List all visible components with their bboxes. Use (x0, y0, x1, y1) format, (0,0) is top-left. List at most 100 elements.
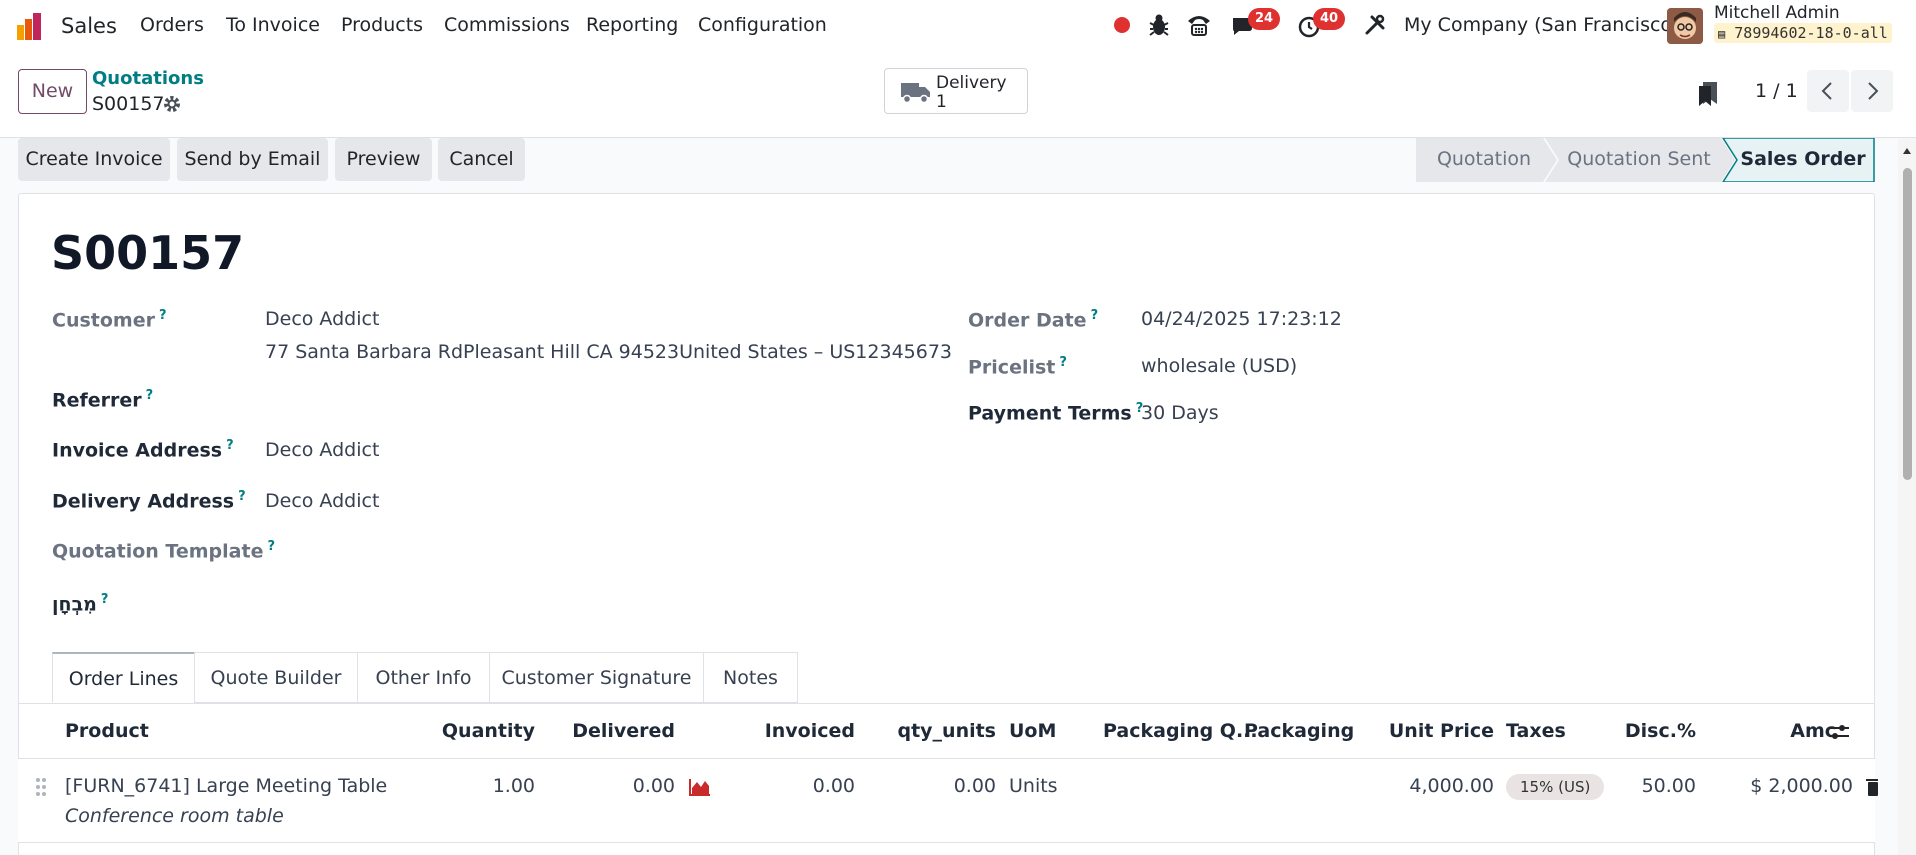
custom-field-label: מִבְחָן? (52, 592, 108, 615)
help-icon[interactable]: ? (159, 308, 167, 323)
app-name[interactable]: Sales (61, 14, 117, 38)
column-quantity[interactable]: Quantity (420, 720, 535, 742)
stage-quotation[interactable]: Quotation (1416, 138, 1552, 181)
quotation-template-label-text: Quotation Template (52, 540, 264, 563)
gear-icon[interactable] (163, 95, 181, 118)
column-taxes[interactable]: Taxes (1506, 720, 1566, 742)
help-icon[interactable]: ? (1059, 355, 1067, 370)
column-qty-units[interactable]: qty_units (880, 720, 996, 742)
cancel-button[interactable]: Cancel (438, 138, 525, 181)
activities-count-badge: 40 (1313, 8, 1345, 30)
column-packaging[interactable]: Packaging (1244, 720, 1354, 742)
database-tag: ▤ 78994602-18-0-all (1714, 23, 1892, 43)
order-date-field[interactable]: 04/24/2025 17:23:12 (1141, 308, 1342, 330)
referrer-label-text: Referrer (52, 389, 142, 412)
tab-other-info[interactable]: Other Info (357, 652, 490, 703)
preview-button[interactable]: Preview (335, 138, 432, 181)
customer-label-text: Customer (52, 309, 155, 332)
tab-notes[interactable]: Notes (703, 652, 798, 703)
delivery-count: 1 (936, 92, 947, 112)
table-row[interactable] (18, 759, 1875, 843)
database-icon: ▤ (1718, 27, 1726, 41)
line-delivered: 0.00 (632, 775, 675, 797)
drag-handle-icon[interactable] (34, 777, 48, 802)
column-product[interactable]: Product (65, 720, 149, 742)
pager-next-button[interactable] (1851, 70, 1893, 112)
tab-order-lines[interactable]: Order Lines (52, 652, 195, 703)
scroll-up-arrow-icon[interactable] (1902, 141, 1912, 161)
help-icon[interactable]: ? (226, 438, 234, 453)
help-icon[interactable]: ? (146, 388, 154, 403)
column-unit-price[interactable]: Unit Price (1380, 720, 1494, 742)
create-invoice-button[interactable]: Create Invoice (18, 138, 170, 181)
pricelist-label: Pricelist? (968, 355, 1067, 378)
stage-quotation-sent[interactable]: Quotation Sent (1554, 138, 1724, 181)
user-name[interactable]: Mitchell Admin (1714, 3, 1840, 23)
column-invoiced[interactable]: Invoiced (740, 720, 855, 742)
custom-field-label-text: מִבְחָן (52, 593, 97, 616)
company-switcher[interactable]: My Company (San Francisco) (1404, 14, 1679, 36)
phone-icon[interactable] (1186, 13, 1212, 42)
column-delivered[interactable]: Delivered (560, 720, 675, 742)
record-title: S00157 (51, 226, 245, 280)
chevron-left-icon (1807, 82, 1849, 117)
pager-previous-button[interactable] (1807, 70, 1849, 112)
debug-bug-icon[interactable] (1148, 13, 1170, 42)
trash-icon[interactable] (1866, 777, 1878, 802)
help-icon[interactable]: ? (1091, 308, 1099, 323)
line-quantity[interactable]: 1.00 (420, 775, 535, 797)
pricelist-field[interactable]: wholesale (USD) (1141, 355, 1297, 377)
breadcrumb-record-name: S00157 (92, 93, 165, 115)
delivery-label: Delivery (936, 73, 1007, 93)
menu-reporting[interactable]: Reporting (586, 14, 678, 36)
column-discount[interactable]: Disc.% (1580, 720, 1696, 742)
scrollbar-thumb[interactable] (1903, 168, 1912, 480)
truck-icon (901, 80, 931, 109)
record-indicator-icon[interactable] (1114, 17, 1130, 33)
line-discount[interactable]: 50.00 (1580, 775, 1696, 797)
invoice-address-label: Invoice Address? (52, 438, 234, 461)
bookmark-icon[interactable] (1697, 80, 1719, 111)
new-button[interactable]: New (18, 69, 87, 114)
pager-value[interactable]: 1 / 1 (1755, 80, 1798, 102)
top-navbar: Sales Orders To Invoice Products Commiss… (0, 0, 1916, 52)
help-icon[interactable]: ? (101, 592, 109, 607)
line-unit-price[interactable]: 4,000.00 (1380, 775, 1494, 797)
customer-field[interactable]: Deco Addict (265, 308, 379, 330)
menu-configuration[interactable]: Configuration (698, 14, 827, 36)
customer-address: 77 Santa Barbara RdPleasant Hill CA 9452… (265, 341, 953, 363)
optional-columns-icon[interactable] (1828, 722, 1850, 747)
line-product[interactable]: [FURN_6741] Large Meeting Table (65, 775, 387, 797)
tab-customer-signature[interactable]: Customer Signature (489, 652, 704, 703)
menu-orders[interactable]: Orders (140, 14, 204, 36)
order-date-label: Order Date? (968, 308, 1098, 331)
column-amount[interactable]: Amc (1740, 720, 1836, 742)
settings-tools-icon[interactable] (1364, 14, 1386, 41)
sales-app-icon[interactable] (16, 11, 46, 41)
messages-count-badge: 24 (1248, 8, 1280, 30)
help-icon[interactable]: ? (238, 489, 246, 504)
menu-products[interactable]: Products (341, 14, 423, 36)
user-avatar[interactable] (1667, 8, 1703, 44)
payment-terms-field[interactable]: 30 Days (1141, 402, 1219, 424)
quotation-template-label: Quotation Template? (52, 539, 275, 562)
menu-to-invoice[interactable]: To Invoice (226, 14, 320, 36)
tab-quote-builder[interactable]: Quote Builder (194, 652, 358, 703)
help-icon[interactable]: ? (267, 539, 275, 554)
line-description[interactable]: Conference room table (65, 805, 284, 827)
line-uom[interactable]: Units (1009, 775, 1058, 797)
column-packaging-qty[interactable]: Packaging Q... (1103, 720, 1258, 742)
breadcrumb-quotations[interactable]: Quotations (92, 68, 204, 89)
line-qty-units: 0.00 (953, 775, 996, 797)
customer-label: Customer? (52, 308, 167, 331)
invoice-address-field[interactable]: Deco Addict (265, 439, 379, 461)
column-uom[interactable]: UoM (1009, 720, 1056, 742)
payment-terms-label: Payment Terms? (968, 401, 1143, 424)
send-by-email-button[interactable]: Send by Email (177, 138, 328, 181)
delivery-address-field[interactable]: Deco Addict (265, 490, 379, 512)
form-sheet (18, 193, 1875, 855)
menu-commissions[interactable]: Commissions (444, 14, 570, 36)
stage-sales-order[interactable]: Sales Order (1730, 138, 1876, 181)
delivery-smart-button[interactable]: Delivery 1 (884, 68, 1028, 114)
forecast-chart-icon[interactable] (689, 778, 711, 801)
